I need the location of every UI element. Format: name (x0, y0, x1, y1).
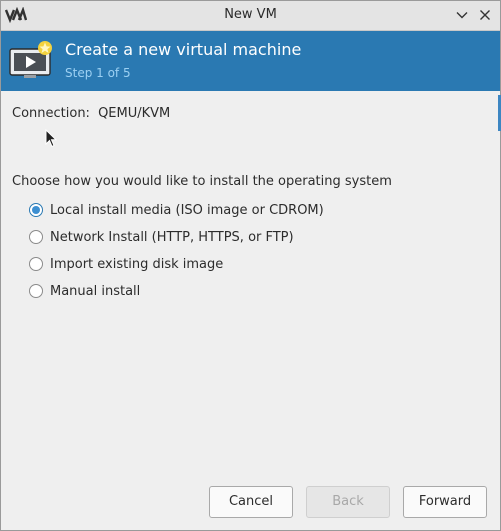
mouse-cursor-icon (45, 129, 57, 148)
title-bar[interactable]: New VM (1, 1, 500, 31)
new-vm-window: New VM Create a new virtual machine Step… (0, 0, 501, 531)
wizard-title: Create a new virtual machine (65, 40, 302, 59)
wizard-step: Step 1 of 5 (65, 66, 131, 80)
connection-label: Connection: (12, 106, 90, 121)
option-network-install[interactable]: Network Install (HTTP, HTTPS, or FTP) (29, 227, 294, 247)
cancel-button[interactable]: Cancel (209, 486, 293, 518)
install-prompt: Choose how you would like to install the… (12, 174, 392, 189)
window-title: New VM (224, 7, 277, 22)
option-import-disk[interactable]: Import existing disk image (29, 254, 223, 274)
option-label: Manual install (50, 283, 141, 299)
radio-button[interactable] (29, 230, 43, 244)
option-label: Import existing disk image (50, 256, 224, 272)
forward-button[interactable]: Forward (403, 486, 487, 518)
close-icon[interactable] (477, 7, 493, 23)
radio-button[interactable] (29, 257, 43, 271)
option-label: Local install media (ISO image or CDROM) (50, 202, 324, 218)
radio-button-checked[interactable] (29, 203, 43, 217)
back-button: Back (306, 486, 390, 518)
option-local-media[interactable]: Local install media (ISO image or CDROM) (29, 200, 324, 220)
vm-screen-icon (9, 41, 52, 78)
radio-button[interactable] (29, 284, 43, 298)
wizard-header: Create a new virtual machine Step 1 of 5 (1, 31, 500, 91)
option-manual-install[interactable]: Manual install (29, 281, 140, 301)
chevron-down-icon[interactable] (454, 7, 470, 23)
option-label: Network Install (HTTP, HTTPS, or FTP) (50, 229, 294, 245)
connection-row: Connection: QEMU/KVM (12, 106, 170, 121)
connection-value: QEMU/KVM (98, 106, 171, 121)
